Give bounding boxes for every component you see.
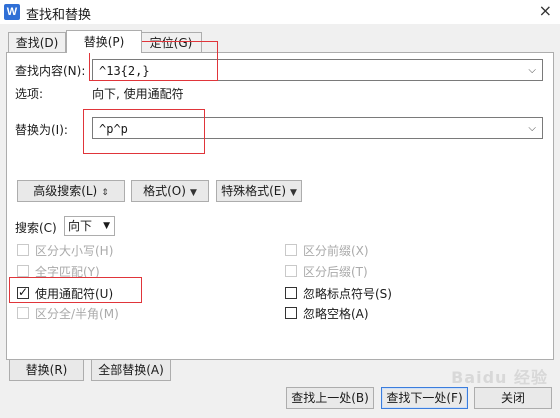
checkbox-label: 区分大小写(H) xyxy=(35,244,114,258)
find-replace-dialog: 查找(D) 替换(P) 定位(G) 查找内容(N): ^13{2,} ⌵ 选项:… xyxy=(0,24,560,418)
tab-replace[interactable]: 替换(P) xyxy=(66,30,142,53)
checkbox-label: 忽略标点符号(S) xyxy=(303,287,392,301)
tab-goto[interactable]: 定位(G) xyxy=(140,32,202,53)
title-bar: W 查找和替换 × xyxy=(0,0,560,25)
expand-collapse-icon: ⇕ xyxy=(101,188,109,198)
replace-input[interactable]: ^p^p ⌵ xyxy=(92,117,543,139)
checkmark-icon: ✓ xyxy=(18,285,29,299)
search-direction-select[interactable]: 向下 ▼ xyxy=(64,216,115,236)
wps-writer-icon: W xyxy=(4,4,20,20)
find-previous-button[interactable]: 查找上一处(B) xyxy=(286,387,374,409)
special-format-label: 特殊格式(E) xyxy=(221,184,287,198)
checkbox-label: 忽略空格(A) xyxy=(303,307,369,321)
checkbox-box[interactable]: ✓ xyxy=(17,285,29,299)
format-button[interactable]: 格式(O) ▼ xyxy=(131,180,209,202)
replace-panel: 查找内容(N): ^13{2,} ⌵ 选项: 向下, 使用通配符 替换为(I):… xyxy=(6,41,554,360)
advanced-search-label: 高级搜索(L) xyxy=(33,184,98,198)
checkbox-label: 区分全/半角(M) xyxy=(35,307,119,321)
checkbox-box[interactable] xyxy=(285,287,297,299)
find-next-button[interactable]: 查找下一处(F) xyxy=(381,387,468,409)
search-direction-value: 向下 xyxy=(68,219,93,233)
tab-find[interactable]: 查找(D) xyxy=(8,32,66,53)
search-direction-label: 搜索(C) xyxy=(15,221,57,235)
chevron-down-icon: ▼ xyxy=(103,221,110,231)
special-format-button[interactable]: 特殊格式(E) ▼ xyxy=(216,180,302,202)
chevron-down-icon: ▼ xyxy=(290,188,297,198)
find-history-dropdown-icon[interactable]: ⌵ xyxy=(528,60,536,82)
format-label: 格式(O) xyxy=(143,184,186,198)
checkbox-box[interactable] xyxy=(285,307,297,319)
checkbox-box[interactable] xyxy=(17,307,29,319)
checkbox-box[interactable] xyxy=(17,244,29,256)
checkbox-box[interactable] xyxy=(285,265,297,277)
options-value: 向下, 使用通配符 xyxy=(92,87,184,101)
checkbox-label: 全字匹配(Y) xyxy=(35,265,100,279)
baidu-watermark: Baidu 经验 xyxy=(451,368,548,387)
replace-input-value: ^p^p xyxy=(99,122,128,136)
checkbox-label: 区分后缀(T) xyxy=(303,265,368,279)
checkbox-label: 使用通配符(U) xyxy=(35,287,114,301)
advanced-search-button[interactable]: 高级搜索(L) ⇕ xyxy=(17,180,125,202)
chevron-down-icon: ▼ xyxy=(189,188,197,198)
find-input-value: ^13{2,} xyxy=(99,64,150,78)
replace-history-dropdown-icon[interactable]: ⌵ xyxy=(528,118,536,140)
window-title: 查找和替换 xyxy=(26,8,92,23)
options-label: 选项: xyxy=(15,87,44,101)
close-button[interactable]: 关闭 xyxy=(474,387,552,409)
find-label: 查找内容(N): xyxy=(15,64,86,78)
close-icon[interactable]: × xyxy=(539,1,552,20)
replace-all-button[interactable]: 全部替换(A) xyxy=(91,359,171,381)
checkbox-box[interactable] xyxy=(17,265,29,277)
replace-label: 替换为(I): xyxy=(15,123,68,137)
checkbox-label: 区分前缀(X) xyxy=(303,244,369,258)
checkbox-box[interactable] xyxy=(285,244,297,256)
find-input[interactable]: ^13{2,} ⌵ xyxy=(92,59,543,81)
replace-button[interactable]: 替换(R) xyxy=(9,359,84,381)
